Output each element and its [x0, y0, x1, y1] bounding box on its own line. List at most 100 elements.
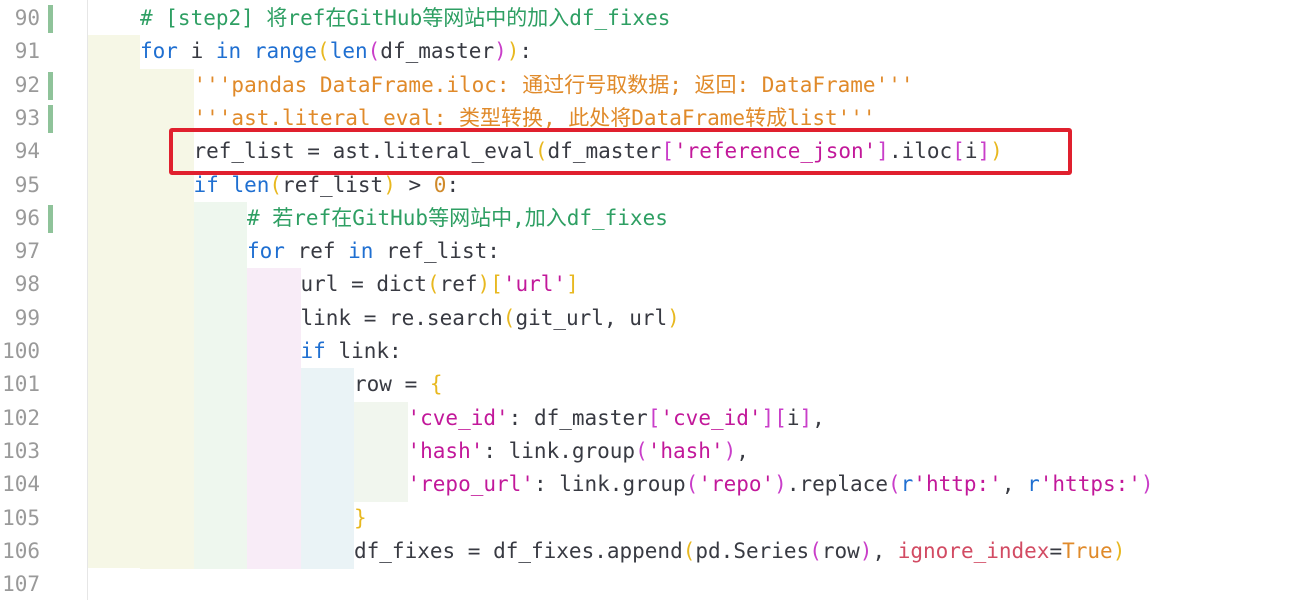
code-token-bracket-magenta: [ [774, 405, 787, 430]
code-token-bracket-yellow: ] [566, 272, 579, 297]
code-token-identifier: : df_master [508, 405, 648, 430]
code-token-identifier: : [446, 172, 460, 197]
code-token-identifier: , [812, 405, 825, 430]
code-line[interactable]: 'cve_id': df_master['cve_id'][i], [408, 402, 825, 435]
code-line[interactable]: # [step2] 将ref在GitHub等网站中的加入df_fixes [140, 2, 670, 35]
code-token-bracket-magenta: ( [635, 438, 648, 463]
code-token-bracket-magenta: ) [774, 472, 787, 497]
code-line[interactable]: url = dict(ref)['url'] [301, 268, 579, 301]
line-number: 92 [14, 72, 40, 97]
code-token-identifier: row = [354, 372, 430, 397]
indent-guide [247, 368, 301, 403]
line-number: 102 [2, 405, 40, 430]
code-token-bracket-yellow: ( [502, 305, 516, 330]
indent-guide [140, 68, 194, 103]
indent-guide [193, 235, 247, 269]
code-line[interactable]: } [354, 502, 367, 535]
indent-guide [354, 468, 408, 502]
code-token-identifier [219, 173, 232, 197]
code-token-comment: # 若ref在GitHub等网站中,加入df_fixes [247, 205, 668, 230]
code-token-identifier: , [872, 538, 898, 563]
indent-guide [247, 434, 301, 469]
code-token-bracket-magenta: ] [761, 405, 775, 430]
indent-guide [300, 501, 354, 536]
code-token-identifier: : link.group [533, 472, 686, 497]
code-token-bracket-yellow: } [354, 505, 367, 530]
code-token-bracket-magenta: ( [887, 472, 901, 497]
code-token-identifier: url = dict [300, 272, 427, 297]
code-token-bracket-yellow: { [429, 372, 443, 397]
line-number-gutter: 90 91 92 93 94 95 96 97 98 99 100 101 102 103 104 105 10… [0, 0, 88, 600]
indent-guide [193, 501, 247, 536]
indent-guide [193, 534, 247, 569]
code-line[interactable]: 'hash': link.group('hash'), [408, 435, 749, 468]
code-line[interactable]: 'repo_url': link.group('repo').replace(r… [408, 468, 1154, 501]
code-token-identifier: row [821, 538, 860, 563]
code-token-keyword: if [300, 339, 326, 363]
code-line[interactable]: row = { [354, 368, 443, 401]
code-token-identifier: , [1001, 472, 1028, 497]
code-token-string: 'hash' [407, 438, 484, 463]
change-marker [48, 104, 53, 133]
code-token-keyword: for [140, 39, 178, 64]
code-token-bracket-magenta: ) [1140, 472, 1154, 497]
indent-guide [193, 268, 247, 303]
code-token-identifier: > [395, 172, 434, 197]
line-number: 93 [14, 105, 40, 130]
indent-guide [140, 301, 194, 336]
indent-guide [140, 534, 194, 569]
indent-guide [247, 335, 301, 369]
code-token-identifier: .replace [786, 472, 888, 497]
code-token-identifier: i [786, 405, 800, 430]
code-token-identifier: : link.group [483, 438, 636, 463]
code-editor[interactable]: 90 91 92 93 94 95 96 97 98 99 100 101 102 103 104 105 10… [0, 0, 1300, 600]
indent-guide [140, 468, 194, 502]
code-token-bracket-yellow: ) [506, 39, 520, 64]
code-line[interactable]: for ref in ref_list: [247, 235, 500, 268]
code-token-bracket-magenta: ( [809, 538, 822, 563]
code-line[interactable]: if link: [301, 335, 402, 368]
code-token-string: 'repo' [698, 472, 775, 497]
change-marker [48, 204, 53, 233]
indent-guide [247, 501, 301, 536]
indent-guide [300, 434, 354, 469]
change-marker [48, 71, 53, 100]
code-token-bracket-yellow: ) [667, 305, 680, 330]
code-token-identifier: i [177, 39, 216, 64]
line-number: 95 [14, 172, 40, 197]
indent-guide [354, 434, 408, 469]
code-token-identifier: ref_list: [373, 239, 500, 264]
line-number: 107 [2, 572, 40, 597]
code-token-bracket-yellow: ( [426, 272, 440, 297]
line-number: 100 [2, 339, 40, 363]
code-token-string: 'hash' [647, 438, 724, 463]
code-token-kwarg: ignore_index [897, 538, 1050, 563]
indent-guide [300, 368, 354, 403]
indent-guide [193, 201, 247, 236]
code-line[interactable]: df_fixes = df_fixes.append(pd.Series(row… [354, 535, 1125, 568]
code-token-identifier: = [1049, 538, 1063, 563]
code-token-keyword: len [231, 172, 270, 197]
code-token-bracket-yellow: ( [682, 538, 696, 563]
code-line[interactable]: '''pandas DataFrame.iloc: 通过行号取数据; 返回: D… [194, 69, 914, 102]
code-token-bracket-magenta: ] [799, 405, 813, 430]
code-token-string: 'repo_url' [407, 472, 534, 497]
change-marker [48, 5, 53, 33]
code-token-identifier: : [519, 39, 533, 64]
line-number: 94 [14, 139, 40, 164]
code-token-identifier: df_master [380, 39, 495, 64]
indent-guide [247, 534, 301, 569]
code-token-keyword: in [215, 39, 242, 64]
code-token-number: 0 [433, 172, 447, 197]
code-token-string: 'http:' [913, 472, 1002, 497]
line-number: 105 [2, 505, 40, 530]
code-token-identifier [241, 39, 254, 63]
code-token-keyword: r [1027, 472, 1040, 497]
code-line[interactable]: # 若ref在GitHub等网站中,加入df_fixes [247, 202, 668, 235]
code-line[interactable]: for i in range(len(df_master)): [140, 35, 532, 68]
code-line[interactable]: link = re.search(git_url, url) [301, 302, 680, 335]
line-number: 99 [14, 305, 40, 330]
indent-guide [193, 335, 247, 369]
code-token-bracket-yellow: ( [317, 39, 330, 64]
line-number: 106 [2, 538, 40, 563]
